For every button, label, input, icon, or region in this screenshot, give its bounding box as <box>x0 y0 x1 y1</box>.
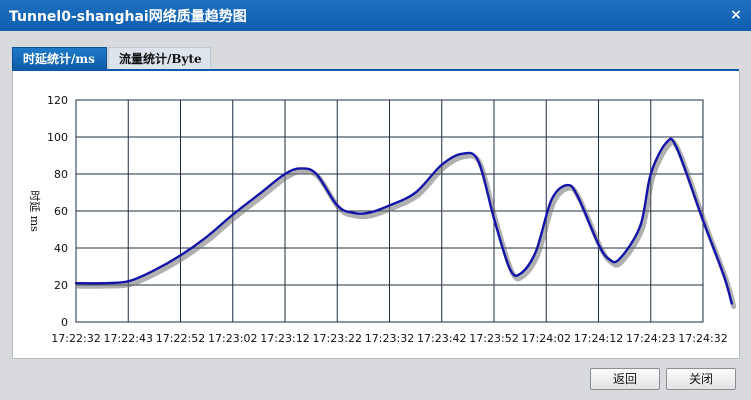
y-tick-label: 20 <box>54 279 68 292</box>
y-tick-label: 120 <box>47 94 68 107</box>
title-bar: Tunnel0-shanghai网络质量趋势图 × <box>0 0 751 31</box>
y-tick-label: 40 <box>54 242 68 255</box>
y-tick-label: 0 <box>61 316 68 329</box>
x-tick-label: 17:23:32 <box>365 332 414 345</box>
tab-traffic[interactable]: 流量统计/Byte <box>108 47 211 70</box>
latency-chart: 02040608010012017:22:32 17:22:43 17:22:52 1… <box>28 94 737 345</box>
close-icon[interactable]: × <box>727 6 745 24</box>
y-tick-label: 100 <box>47 131 68 144</box>
x-tick-label: 17:23:42 <box>417 332 466 345</box>
x-tick-label: 17:24:23 <box>626 332 675 345</box>
x-tick-label: 17:22:32 <box>51 332 100 345</box>
x-tick-label: 17:24:02 <box>522 332 571 345</box>
window-title: Tunnel0-shanghai网络质量趋势图 <box>9 9 247 25</box>
y-tick-label: 60 <box>54 205 68 218</box>
y-axis-label: 时延 ms <box>28 190 41 232</box>
x-tick-label: 17:23:12 <box>260 332 309 345</box>
close-button[interactable]: 关闭 <box>666 368 736 390</box>
chart-panel: 0 20 40 60 80 100 120 17:22:32 17:22:43 17:22:52 1… <box>12 71 740 359</box>
y-tick-label: 80 <box>54 168 68 181</box>
x-tick-label: 17:23:02 <box>208 332 257 345</box>
x-tick-label: 17:23:22 <box>313 332 362 345</box>
x-tick-label: 17:24:12 <box>574 332 623 345</box>
x-tick-label: 17:22:52 <box>156 332 205 345</box>
x-tick-label: 17:22:43 <box>104 332 153 345</box>
x-tick-label: 17:23:52 <box>469 332 518 345</box>
back-button[interactable]: 返回 <box>590 368 660 390</box>
x-tick-label: 17:24:32 <box>678 332 727 345</box>
tab-latency[interactable]: 时延统计/ms <box>12 47 107 70</box>
